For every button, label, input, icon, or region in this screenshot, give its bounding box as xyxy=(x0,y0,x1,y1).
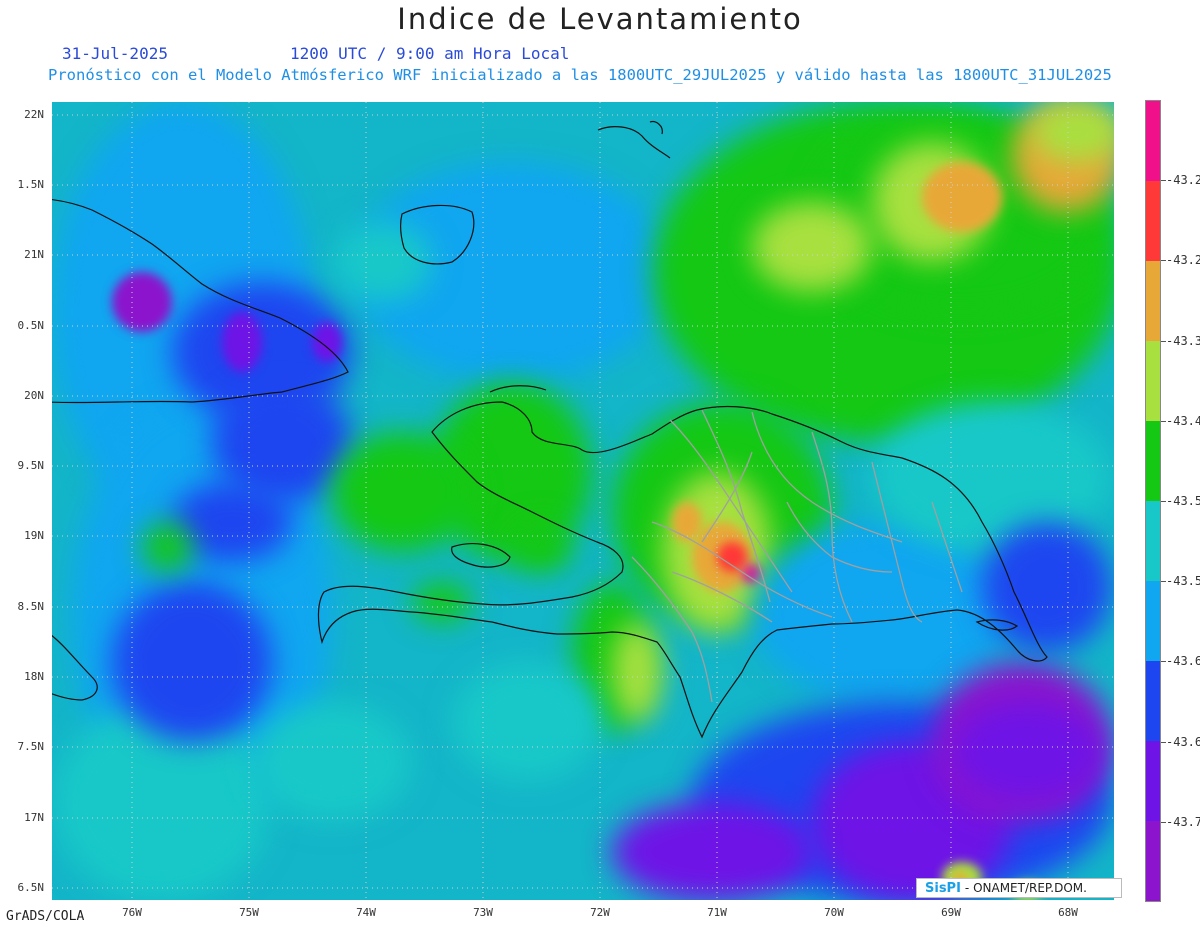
latitude-label: 6.5N xyxy=(17,881,45,894)
colorbar-label: -43.6 xyxy=(1166,734,1200,749)
colorbar-segment xyxy=(1146,261,1160,341)
colorbar-label: -43.2 xyxy=(1166,173,1200,188)
colorbar-segment xyxy=(1146,501,1160,581)
coastlines xyxy=(52,121,1048,739)
valid-time: 1200 UTC / 9:00 am Hora Local xyxy=(290,44,570,63)
latitude-label: 1.5N xyxy=(17,178,45,191)
valid-date: 31-Jul-2025 xyxy=(62,44,168,63)
colorbar-label: -43.7 xyxy=(1166,814,1200,829)
longitude-label: 76W xyxy=(122,906,142,919)
colorbar-label: -43.2 xyxy=(1166,253,1200,268)
longitude-label: 74W xyxy=(356,906,376,919)
latitude-label: 17N xyxy=(24,811,44,824)
colorbar-segment xyxy=(1146,341,1160,421)
latitude-label: 7.5N xyxy=(17,740,45,753)
colorbar-segment xyxy=(1146,101,1160,181)
colorbar-segment xyxy=(1146,661,1160,741)
graticule xyxy=(52,102,1114,900)
colorbar-label: -43.3 xyxy=(1166,333,1200,348)
longitude-label: 75W xyxy=(239,906,259,919)
longitude-label: 71W xyxy=(707,906,727,919)
latitude-label: 22N xyxy=(24,108,44,121)
colorbar-segment xyxy=(1146,181,1160,261)
caicos-islands xyxy=(597,121,671,159)
map-overlay xyxy=(52,102,1114,900)
latitude-label: 0.5N xyxy=(17,319,45,332)
longitude-label: 73W xyxy=(473,906,493,919)
colorbar-label: -43.5 xyxy=(1166,574,1200,589)
hispaniola-coast xyxy=(317,401,1048,739)
credit-text: - ONAMET/REP.DOM. xyxy=(964,881,1087,895)
tortuga xyxy=(489,385,547,393)
colorbar-segment xyxy=(1146,741,1160,821)
colorbar-segment xyxy=(1146,421,1160,501)
province-borders xyxy=(631,409,963,703)
map-title: Indice de Levantamiento xyxy=(397,2,803,36)
colorbar-label: -43.5 xyxy=(1166,494,1200,508)
credit-box: SisPI - ONAMET/REP.DOM. xyxy=(916,878,1122,898)
longitude-label: 69W xyxy=(941,906,961,919)
longitude-label: 72W xyxy=(590,906,610,919)
colorbar xyxy=(1145,100,1161,902)
latitude-label: 19N xyxy=(24,529,44,542)
longitude-label: 68W xyxy=(1058,906,1078,919)
cuba-coastline xyxy=(52,198,349,404)
colorbar-segment xyxy=(1146,581,1160,661)
latitude-label: 20N xyxy=(24,389,44,402)
colorbar-label: -43.6 xyxy=(1166,654,1200,669)
map-panel xyxy=(52,102,1114,900)
colorbar-label: -43.4 xyxy=(1166,413,1200,428)
latitude-label: 18N xyxy=(24,670,44,683)
software-credit: GrADS/COLA xyxy=(6,909,85,924)
jamaica-east xyxy=(52,634,98,701)
sispi-logo: SisPI xyxy=(925,880,961,896)
colorbar-segment xyxy=(1146,821,1160,901)
latitude-label: 21N xyxy=(24,248,44,261)
latitude-label: 9.5N xyxy=(17,459,45,472)
gonave-island xyxy=(451,542,511,568)
init-info: Pronóstico con el Modelo Atmósferico WRF… xyxy=(48,66,1112,84)
latitude-label: 8.5N xyxy=(17,600,45,613)
longitude-label: 70W xyxy=(824,906,844,919)
